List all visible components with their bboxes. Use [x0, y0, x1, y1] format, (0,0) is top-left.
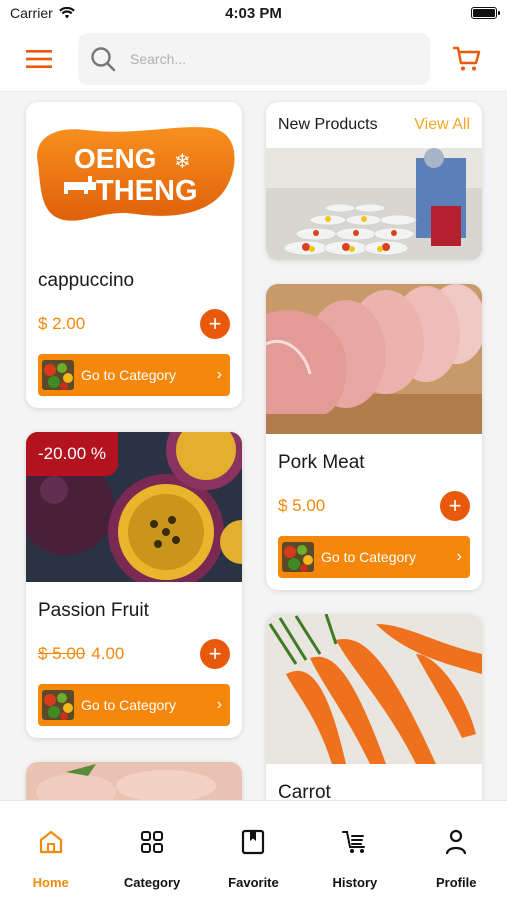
- product-name: cappuccino: [38, 270, 135, 291]
- passion-fruit-image: -20.00 %: [26, 432, 242, 582]
- category-thumbnail: [42, 360, 74, 390]
- new-products-title: New Products: [278, 116, 378, 133]
- cart-button[interactable]: [453, 26, 481, 92]
- tab-label: Profile: [436, 875, 477, 890]
- product-price: $ 5.00: [278, 496, 326, 515]
- tab-label: Home: [32, 875, 69, 890]
- product-price: 4.00: [91, 644, 125, 663]
- tab-history[interactable]: History: [305, 827, 405, 900]
- category-thumbnail: [282, 542, 314, 572]
- product-card-chicken[interactable]: [26, 762, 242, 800]
- new-products-header: New Products View All: [266, 102, 482, 148]
- discount-badge: -20.00 %: [26, 432, 119, 476]
- price-row: $ 5.00 +: [278, 490, 470, 522]
- product-card-pork-meat[interactable]: Pork Meat $ 5.00 + Go to Category ›: [266, 284, 482, 590]
- grid-icon: [140, 827, 164, 857]
- category-button-label: Go to Category: [321, 549, 416, 565]
- card-body: Carrot: [266, 764, 482, 800]
- logo-text-theng: THENG: [96, 175, 198, 207]
- price-row: $ 2.00 +: [38, 308, 230, 340]
- card-body: Passion Fruit $ 5.00 4.00 + Go to Categor…: [26, 582, 242, 738]
- new-products-banner[interactable]: [266, 148, 482, 260]
- product-name: Carrot: [278, 782, 331, 800]
- new-products-card: New Products View All: [266, 102, 482, 260]
- price-row: $ 5.00 4.00 +: [38, 638, 230, 670]
- right-column: New Products View All Pork Meat $ 5.00 +…: [266, 102, 482, 800]
- plus-icon: +: [208, 641, 222, 666]
- plus-icon: +: [208, 311, 222, 336]
- price-group: $ 5.00 4.00: [38, 644, 124, 664]
- carrot-image: [266, 614, 482, 764]
- tab-profile[interactable]: Profile: [406, 827, 506, 900]
- category-thumbnail: [42, 690, 74, 720]
- menu-button[interactable]: [26, 43, 58, 75]
- oeng-theng-logo: OENG ❄ THENG: [37, 127, 235, 221]
- add-to-cart-button[interactable]: +: [200, 639, 230, 669]
- clock: 4:03 PM: [225, 4, 282, 22]
- add-to-cart-button[interactable]: +: [200, 309, 230, 339]
- chevron-right-icon: ›: [456, 548, 462, 565]
- chicken-image: [26, 762, 242, 800]
- logo-text-oeng: OENG: [74, 143, 156, 174]
- plus-icon: +: [448, 493, 462, 518]
- left-column: OENG ❄ THENG cappuccino $ 2.00 + Go to C…: [26, 102, 242, 800]
- cart-list-icon: [341, 827, 368, 857]
- home-icon: [38, 827, 64, 857]
- search-wrapper: [78, 26, 430, 92]
- bottom-tab-bar: Home Category Favorite History Profile: [0, 800, 507, 900]
- tab-label: History: [332, 875, 378, 890]
- status-bar: Carrier 4:03 PM: [0, 0, 507, 26]
- card-body: cappuccino $ 2.00 + Go to Category ›: [26, 252, 242, 408]
- svg-text:❄: ❄: [174, 149, 191, 173]
- search-icon: [91, 47, 116, 72]
- tab-favorite[interactable]: Favorite: [203, 827, 303, 900]
- search-box[interactable]: [78, 33, 430, 85]
- bookmark-icon: [241, 827, 265, 857]
- carrier-info: Carrier: [10, 5, 75, 21]
- pork-meat-image: [266, 284, 482, 434]
- user-icon: [445, 827, 467, 857]
- go-to-category-button[interactable]: Go to Category ›: [38, 354, 230, 396]
- product-card-passion-fruit[interactable]: -20.00 % Passion Fruit $ 5.00 4.00 + Go t…: [26, 432, 242, 738]
- tab-home[interactable]: Home: [1, 827, 101, 900]
- tab-label: Favorite: [228, 875, 279, 890]
- product-card-cappuccino[interactable]: OENG ❄ THENG cappuccino $ 2.00 + Go to C…: [26, 102, 242, 408]
- product-name: Passion Fruit: [38, 600, 149, 621]
- chevron-right-icon: ›: [216, 696, 222, 713]
- battery-icon: [471, 7, 500, 19]
- view-all-link[interactable]: View All: [414, 116, 470, 134]
- product-feed[interactable]: OENG ❄ THENG cappuccino $ 2.00 + Go to C…: [0, 92, 507, 800]
- brand-logo-image: OENG ❄ THENG: [26, 102, 242, 252]
- tab-label: Category: [123, 875, 181, 890]
- add-to-cart-button[interactable]: +: [440, 491, 470, 521]
- product-price: $ 2.00: [38, 314, 86, 333]
- tab-category[interactable]: Category: [102, 827, 202, 900]
- card-body: Pork Meat $ 5.00 + Go to Category ›: [266, 434, 482, 590]
- go-to-category-button[interactable]: Go to Category ›: [38, 684, 230, 726]
- category-button-label: Go to Category: [81, 697, 176, 713]
- carrier-label: Carrier: [10, 5, 53, 21]
- product-name: Pork Meat: [278, 452, 365, 473]
- product-card-carrot[interactable]: Carrot: [266, 614, 482, 800]
- search-input[interactable]: [130, 51, 390, 67]
- category-button-label: Go to Category: [81, 367, 176, 383]
- wifi-icon: [58, 7, 75, 19]
- chevron-right-icon: ›: [216, 366, 222, 383]
- top-bar: [0, 26, 507, 92]
- go-to-category-button[interactable]: Go to Category ›: [278, 536, 470, 578]
- original-price: $ 5.00: [38, 644, 86, 663]
- cart-icon: [453, 46, 481, 71]
- hamburger-icon: [26, 49, 52, 68]
